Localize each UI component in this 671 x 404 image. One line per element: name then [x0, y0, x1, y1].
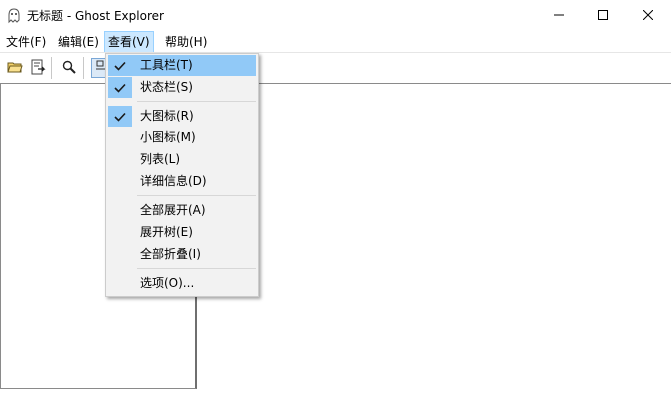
menu-item-list[interactable]: 列表(L)	[108, 149, 256, 170]
toolbar	[0, 52, 671, 84]
menu-item-small-icons[interactable]: 小图标(M)	[108, 127, 256, 148]
toolbar-separator	[83, 57, 85, 79]
menu-help[interactable]: 帮助(H)	[161, 32, 211, 52]
menu-item-statusbar[interactable]: 状态栏(S)	[108, 77, 256, 98]
extract-button[interactable]	[28, 58, 48, 78]
menu-item-label: 工具栏(T)	[140, 58, 193, 72]
checkmark-icon	[108, 106, 132, 127]
maximize-icon	[598, 9, 608, 23]
menu-item-large-icons[interactable]: 大图标(R)	[108, 106, 256, 127]
menu-item-label: 全部展开(A)	[140, 203, 206, 217]
checkmark-icon	[108, 77, 132, 98]
view-menu-dropdown: 工具栏(T) 状态栏(S) 大图标(R) 小图标(M) 列表(L) 详细信息(D…	[105, 53, 259, 297]
extract-icon	[30, 59, 46, 78]
open-button[interactable]	[5, 58, 25, 78]
close-icon	[642, 9, 654, 23]
menu-item-details[interactable]: 详细信息(D)	[108, 171, 256, 192]
menu-file[interactable]: 文件(F)	[2, 32, 50, 52]
menu-view[interactable]: 查看(V)	[104, 31, 154, 53]
close-button[interactable]	[625, 0, 671, 32]
menu-separator	[137, 195, 256, 196]
menu-item-label: 全部折叠(I)	[140, 247, 201, 261]
window-title: 无标题 - Ghost Explorer	[27, 9, 164, 23]
menu-separator	[137, 268, 256, 269]
menu-edit[interactable]: 编辑(E)	[54, 32, 103, 52]
menu-item-collapse-all[interactable]: 全部折叠(I)	[108, 244, 256, 265]
menu-item-label: 选项(O)...	[140, 276, 195, 290]
menu-item-label: 展开树(E)	[140, 225, 193, 239]
menu-item-options[interactable]: 选项(O)...	[108, 273, 256, 294]
menu-item-expand-tree[interactable]: 展开树(E)	[108, 222, 256, 243]
menu-item-label: 大图标(R)	[140, 109, 194, 123]
menu-item-label: 状态栏(S)	[140, 80, 193, 94]
minimize-icon	[554, 9, 564, 23]
menu-item-label: 列表(L)	[140, 152, 181, 166]
minimize-button[interactable]	[536, 0, 582, 32]
menu-bar: 文件(F) 编辑(E) 查看(V) 帮助(H)	[0, 31, 671, 53]
find-button[interactable]	[59, 58, 79, 78]
menu-separator	[137, 101, 256, 102]
open-folder-icon	[7, 59, 23, 78]
checkmark-icon	[108, 55, 132, 76]
ghost-app-icon	[6, 8, 22, 24]
menu-item-toolbar[interactable]: 工具栏(T)	[108, 55, 256, 76]
toolbar-separator	[51, 57, 53, 79]
maximize-button[interactable]	[580, 0, 626, 32]
content-pane[interactable]	[199, 83, 671, 389]
search-icon	[61, 59, 77, 78]
status-area	[0, 389, 671, 404]
title-bar: 无标题 - Ghost Explorer	[0, 0, 671, 32]
menu-item-label: 详细信息(D)	[140, 174, 207, 188]
menu-item-label: 小图标(M)	[140, 130, 196, 144]
menu-item-expand-all[interactable]: 全部展开(A)	[108, 200, 256, 221]
